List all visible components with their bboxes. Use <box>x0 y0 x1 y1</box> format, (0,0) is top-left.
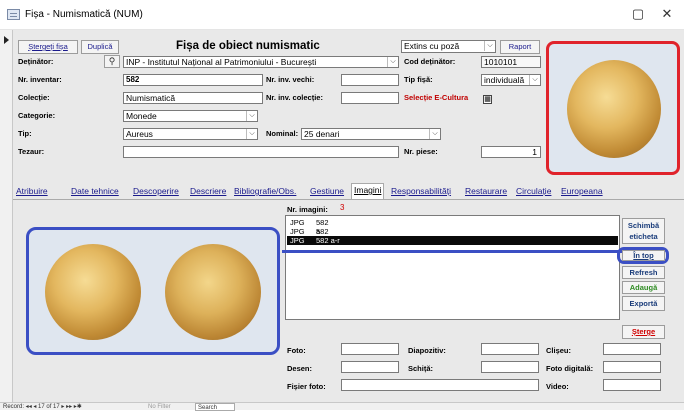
close-icon[interactable]: ✕ <box>656 5 678 23</box>
form-title: Fișa de obiect numismatic <box>176 40 320 52</box>
duplicate-button[interactable]: Duplică <box>81 40 119 54</box>
view-select[interactable]: Extins cu poză ⌵ <box>401 40 496 53</box>
nr-inv-vechi-field[interactable] <box>341 74 399 86</box>
tezaur-label: Tezaur: <box>18 147 45 156</box>
fisier-foto-label: Fișier foto: <box>287 382 326 391</box>
tip-select[interactable]: Aureus ⌵ <box>123 128 258 140</box>
detinator-label: Deținător: <box>18 57 54 66</box>
tab-imagini[interactable]: Imagini <box>351 183 385 199</box>
desen-label: Desen: <box>287 364 313 373</box>
detinator-select[interactable]: INP - Institutul Național al Patrimoniul… <box>123 56 399 68</box>
tab-bibliografie[interactable]: Bibliografie/Obs. <box>234 186 296 198</box>
categorie-label: Categorie: <box>18 111 56 120</box>
form-app-icon <box>7 9 20 20</box>
tip-fisa-label: Tip fișă: <box>404 75 433 84</box>
fisier-foto-field[interactable] <box>341 379 539 391</box>
nr-inventar-field[interactable]: 582 <box>123 74 263 86</box>
record-navigation-bar: Record: ◂◂ ◂ 17 of 17 ▸ ▸▸ ▸✱ No Filter … <box>0 402 684 411</box>
desen-field[interactable] <box>341 361 399 373</box>
diapozitiv-label: Diapozitiv: <box>408 346 446 355</box>
window-titlebar: Fișa - Numismatică (NUM) ▢ ✕ <box>0 0 684 30</box>
tab-circulatie[interactable]: Circulație <box>516 186 551 198</box>
image-preview[interactable] <box>26 227 280 355</box>
nr-inv-colectie-label: Nr. inv. colecție: <box>266 93 323 102</box>
add-image-button[interactable]: Adaugă <box>622 281 665 294</box>
export-button[interactable]: Exportă <box>622 296 665 311</box>
selectie-ecultura-checkbox[interactable]: ▦ <box>483 95 492 104</box>
categorie-select[interactable]: Monede ⌵ <box>123 110 258 122</box>
schita-field[interactable] <box>481 361 539 373</box>
colectie-label: Colecție: <box>18 93 50 102</box>
on-top-button[interactable]: În top <box>622 250 665 261</box>
window-title: Fișa - Numismatică (NUM) <box>25 9 143 20</box>
main-photo[interactable] <box>546 41 680 175</box>
nominal-label: Nominal: <box>266 129 299 138</box>
coin-obverse-image <box>567 60 661 158</box>
record-selector[interactable] <box>0 30 13 402</box>
tip-label: Tip: <box>18 129 32 138</box>
nr-inv-vechi-label: Nr. inv. vechi: <box>266 75 315 84</box>
delete-record-button[interactable]: Ștergeți fișa <box>18 40 78 54</box>
tab-restaurare[interactable]: Restaurare <box>465 186 507 198</box>
foto-label: Foto: <box>287 346 306 355</box>
image-list[interactable]: JPG582 a JPG582 r JPG582 a-r <box>285 215 620 320</box>
image-count-value: 3 <box>340 203 345 212</box>
list-item-selected[interactable]: JPG 582 a-r <box>287 236 618 245</box>
schita-label: Schiță: <box>408 364 434 373</box>
tab-gestiune[interactable]: Gestiune <box>310 186 344 198</box>
delete-image-button[interactable]: Șterge <box>622 325 665 339</box>
tab-responsabilitati[interactable]: Responsabilități <box>391 186 451 198</box>
coin-reverse-image <box>165 244 261 340</box>
foto-digitala-label: Foto digitală: <box>546 364 594 373</box>
video-label: Video: <box>546 382 569 391</box>
refresh-button[interactable]: Refresh <box>622 266 665 279</box>
tezaur-field[interactable] <box>123 146 399 158</box>
tab-date-tehnice[interactable]: Date tehnice <box>71 186 119 198</box>
selectie-ecultura-label: Selecție E-Cultura <box>404 93 469 102</box>
nr-piese-label: Nr. piese: <box>404 147 438 156</box>
nr-inv-colectie-field[interactable] <box>341 92 399 104</box>
report-button[interactable]: Raport <box>500 40 540 54</box>
video-field[interactable] <box>603 379 661 391</box>
change-label-button[interactable]: Schimbă eticheta <box>622 218 665 244</box>
tab-europeana[interactable]: Europeana <box>561 186 603 198</box>
search-icon[interactable]: ⚲ <box>104 55 120 68</box>
minimize-icon[interactable]: ▢ <box>627 5 649 23</box>
clisteu-field[interactable] <box>603 343 661 355</box>
nr-piese-field[interactable]: 1 <box>481 146 541 158</box>
nr-inventar-label: Nr. inventar: <box>18 75 62 84</box>
colectie-field[interactable]: Numismatică <box>123 92 263 104</box>
foto-field[interactable] <box>341 343 399 355</box>
foto-digitala-field[interactable] <box>603 361 661 373</box>
selection-highlight <box>282 250 624 253</box>
image-count-label: Nr. imagini: <box>287 205 328 214</box>
cod-detinator-field[interactable]: 1010101 <box>481 56 541 68</box>
tab-descriere[interactable]: Descriere <box>190 186 226 198</box>
tab-descoperire[interactable]: Descoperire <box>133 186 179 198</box>
cod-detinator-label: Cod deținător: <box>404 57 456 66</box>
diapozitiv-field[interactable] <box>481 343 539 355</box>
tip-fisa-select[interactable]: individuală ⌵ <box>481 74 541 86</box>
tab-atribuire[interactable]: Atribuire <box>16 186 48 198</box>
coin-obverse-image <box>45 244 141 340</box>
nominal-select[interactable]: 25 denari ⌵ <box>301 128 441 140</box>
clisteu-label: Clișeu: <box>546 346 572 355</box>
